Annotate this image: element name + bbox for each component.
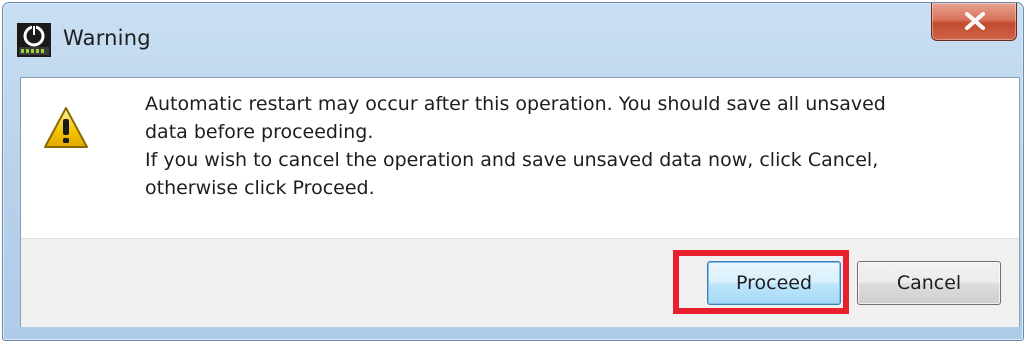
warning-message: Automatic restart may occur after this o…	[145, 90, 1015, 202]
message-line: otherwise click Proceed.	[145, 177, 375, 199]
message-line: Automatic restart may occur after this o…	[145, 93, 886, 115]
app-logo-icon	[17, 23, 51, 57]
message-area: Automatic restart may occur after this o…	[21, 78, 1019, 238]
message-line: If you wish to cancel the operation and …	[145, 149, 879, 171]
message-line: data before proceeding.	[145, 121, 374, 143]
warning-triangle-icon	[43, 106, 89, 150]
close-button[interactable]	[931, 3, 1017, 41]
title-bar[interactable]: Warning	[3, 3, 1023, 77]
proceed-button[interactable]: Proceed	[707, 261, 841, 305]
warning-dialog: Warning Automatic restart may occur afte…	[2, 2, 1024, 341]
dialog-body: Automatic restart may occur after this o…	[20, 77, 1020, 327]
cancel-button[interactable]: Cancel	[857, 261, 1001, 305]
window-title: Warning	[63, 26, 151, 50]
button-bar: Proceed Cancel	[21, 238, 1019, 327]
